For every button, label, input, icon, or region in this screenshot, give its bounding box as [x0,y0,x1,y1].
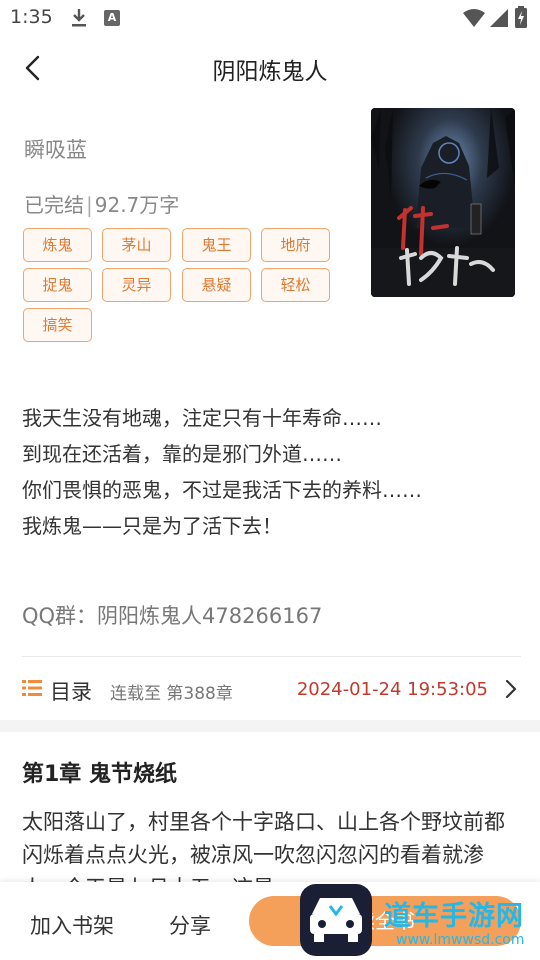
intro-line: 你们畏惧的恶鬼，不过是我活下去的养料…… [22,478,422,502]
page-title: 阴阳炼鬼人 [212,59,328,85]
chevron-left-icon [25,55,40,81]
watermark-site-name: 道车手游网 [384,901,524,932]
cover-art [371,108,515,297]
divider [22,656,521,657]
status-time: 1:35 [10,6,53,28]
catalog-row[interactable]: 目录 连载至 第388章 2024-01-24 19:53:05 [0,660,540,718]
watermark-logo [300,884,372,956]
watermark-url: www.lmwwsd.com [396,932,525,948]
word-count: 92.7万字 [94,193,180,217]
catalog-label: 目录 [50,680,92,704]
author-name[interactable]: 瞬吸蓝 [24,134,87,164]
catalog-update-time: 2024-01-24 19:53:05 [296,679,488,700]
tag-item[interactable]: 茅山 [102,228,171,262]
add-to-shelf-button[interactable]: 加入书架 [30,910,114,940]
intro-line: 我炼鬼——只是为了活下去！ [22,514,282,538]
book-meta: 已完结 | 92.7万字 [24,189,179,218]
battery-icon [515,6,527,28]
share-button[interactable]: 分享 [169,910,211,940]
signal-icon [490,9,508,27]
meta-separator: | [86,193,93,217]
qq-group: QQ群：阴阳炼鬼人478266167 [22,604,323,628]
book-intro: 我天生没有地魂，注定只有十年寿命…… 到现在还活着，靠的是邪门外道…… 你们畏惧… [22,400,522,544]
intro-line: 我天生没有地魂，注定只有十年寿命…… [22,406,382,430]
tag-item[interactable]: 悬疑 [182,268,251,302]
wifi-icon [463,9,485,27]
section-divider [0,720,540,732]
tag-item[interactable]: 鬼王 [182,228,251,262]
a-app-icon: A [104,10,120,26]
tag-item[interactable]: 搞笑 [23,308,92,342]
car-icon [310,898,362,942]
back-button[interactable] [14,48,54,88]
list-icon [22,680,42,696]
book-status: 已完结 [24,193,84,217]
book-cover[interactable] [371,108,515,297]
tag-item[interactable]: 轻松 [261,268,330,302]
intro-line: 到现在还活着，靠的是邪门外道…… [22,442,342,466]
tag-item[interactable]: 捉鬼 [23,268,92,302]
catalog-progress: 连载至 第388章 [110,684,233,704]
tag-item[interactable]: 灵异 [102,268,171,302]
header: 阴阳炼鬼人 [0,40,540,96]
tag-item[interactable]: 炼鬼 [23,228,92,262]
download-icon [72,9,86,27]
chapter-title: 第1章 鬼节烧纸 [22,762,177,787]
status-bar: 1:35 A [0,0,540,36]
tag-item[interactable]: 地府 [261,228,330,262]
chevron-right-icon [505,679,517,699]
